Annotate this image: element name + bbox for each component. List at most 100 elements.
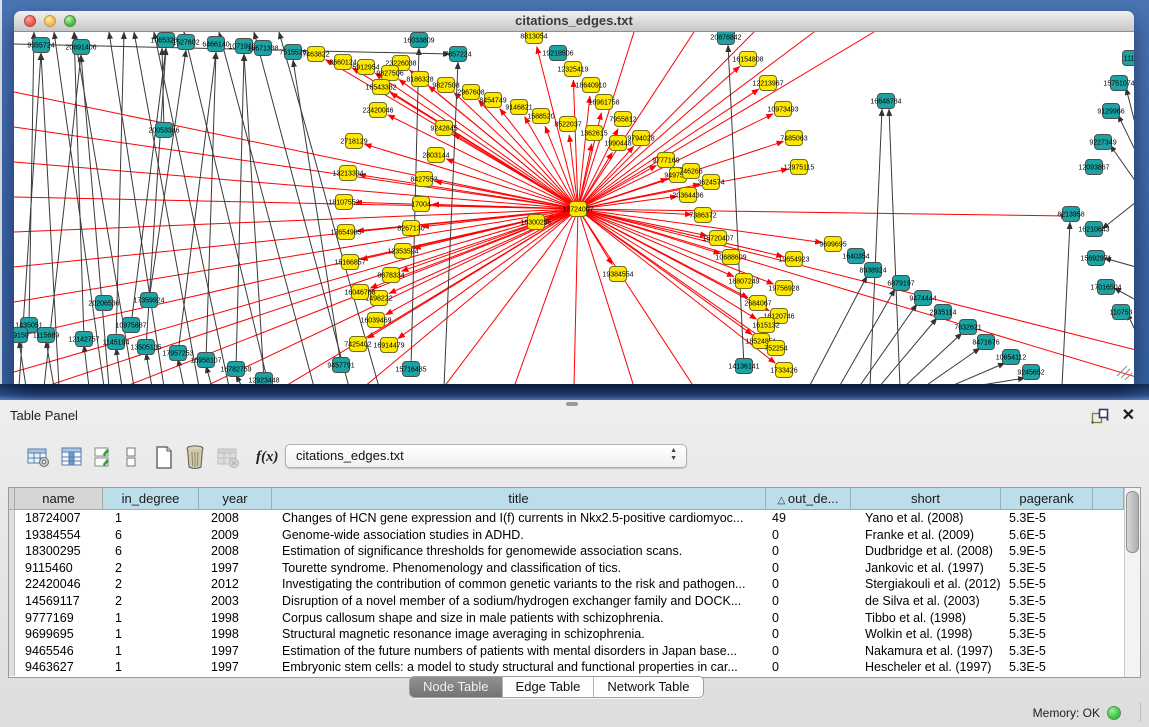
- citation-edge-black[interactable]: [969, 378, 1025, 384]
- cell[interactable]: Investigating the contribution of common…: [272, 576, 766, 593]
- cell[interactable]: 0: [766, 527, 851, 544]
- graph-node-2803144[interactable]: 2803144: [422, 148, 449, 163]
- cell[interactable]: 1: [103, 610, 199, 627]
- cell[interactable]: 9463627: [15, 659, 103, 676]
- citation-edge-black[interactable]: [116, 32, 124, 342]
- cell[interactable]: 2008: [199, 543, 272, 560]
- citation-edge-black[interactable]: [293, 60, 341, 365]
- cell[interactable]: Estimation of the future numbers of pati…: [272, 643, 766, 660]
- graph-node-17004[interactable]: 17004: [411, 197, 431, 212]
- graph-node-17016504[interactable]: 17016504: [1090, 280, 1121, 295]
- canvas-resize-grip[interactable]: [1117, 366, 1132, 380]
- table-row[interactable]: 1830029562008Estimation of significance …: [9, 543, 1124, 560]
- graph-node-20691406[interactable]: 20691406: [65, 40, 96, 55]
- graph-node-19384554[interactable]: 19384554: [602, 267, 633, 282]
- graph-node-8471676[interactable]: 8471676: [972, 335, 999, 350]
- graph-node-9227349[interactable]: 9227349: [1089, 135, 1116, 150]
- cell[interactable]: Disruption of a novel member of a sodium…: [272, 593, 766, 610]
- cell[interactable]: Corpus callosum shape and size in male p…: [272, 610, 766, 627]
- citation-edge-black[interactable]: [206, 366, 212, 384]
- graph-node-9699695[interactable]: 9699695: [819, 237, 846, 252]
- citation-edge-black[interactable]: [728, 45, 744, 366]
- graph-node-20876842[interactable]: 20876842: [710, 32, 741, 45]
- citation-edge-black[interactable]: [29, 32, 34, 325]
- citation-edge-black[interactable]: [178, 359, 184, 384]
- cell[interactable]: 5.5E-5: [1001, 576, 1093, 593]
- cell[interactable]: Stergiakouli et al. (2012): [851, 576, 1001, 593]
- citation-edge-red[interactable]: [398, 209, 578, 339]
- citation-edge-black[interactable]: [254, 32, 349, 384]
- citation-edge-black[interactable]: [116, 348, 122, 384]
- graph-node-9242845[interactable]: 9242845: [430, 121, 457, 136]
- graph-node-1640354[interactable]: 1640354: [842, 249, 869, 264]
- cell[interactable]: 9115460: [15, 560, 103, 577]
- cell[interactable]: Structural magnetic resonance image aver…: [272, 626, 766, 643]
- graph-node-17359924[interactable]: 17359924: [133, 293, 164, 308]
- graph-node-15720407[interactable]: 15720407: [702, 231, 733, 246]
- graph-node-12975115[interactable]: 12975115: [784, 160, 815, 175]
- cell[interactable]: 0: [766, 543, 851, 560]
- graph-node-2684067[interactable]: 2684067: [744, 296, 771, 311]
- cell[interactable]: 1998: [199, 610, 272, 627]
- graph-node-17957253[interactable]: 17957253: [162, 346, 193, 361]
- cell[interactable]: 5.3E-5: [1001, 610, 1093, 627]
- table-settings-icon[interactable]: [26, 445, 51, 469]
- graph-node-13213394[interactable]: 13213394: [332, 166, 363, 181]
- cell[interactable]: 5.3E-5: [1001, 510, 1093, 527]
- citation-edge-black[interactable]: [1118, 115, 1134, 152]
- cell[interactable]: 0: [766, 560, 851, 577]
- citation-edge-red[interactable]: [578, 209, 694, 384]
- window-titlebar[interactable]: citations_edges.txt: [14, 11, 1134, 32]
- cell[interactable]: 2: [103, 593, 199, 610]
- table-row[interactable]: 946362711997Embryonic stem cells: a mode…: [9, 659, 1124, 676]
- cell[interactable]: 22420046: [15, 576, 103, 593]
- graph-node-15166857[interactable]: 15166857: [334, 255, 365, 270]
- graph-node-16033809[interactable]: 16033809: [403, 33, 434, 48]
- show-columns-icon[interactable]: [60, 445, 84, 469]
- graph-node-19218506[interactable]: 19218506: [542, 46, 573, 61]
- graph-node-7386372[interactable]: 7386372: [689, 208, 716, 223]
- graph-node-7425402[interactable]: 7425402: [344, 337, 371, 352]
- table-row[interactable]: 911546021997Tourette syndrome. Phenomeno…: [9, 560, 1124, 577]
- graph-node-9827508[interactable]: 9827508: [432, 78, 459, 93]
- graph-node-16782759[interactable]: 16782759: [220, 362, 251, 377]
- cell[interactable]: 5.3E-5: [1001, 659, 1093, 676]
- minimize-window-icon[interactable]: [44, 15, 56, 27]
- cell[interactable]: 1: [103, 626, 199, 643]
- citation-edge-red[interactable]: [578, 209, 634, 384]
- graph-node-9777169[interactable]: 9777169: [652, 153, 679, 168]
- column-header-year[interactable]: year: [199, 488, 272, 510]
- citation-edge-black[interactable]: [1102, 202, 1134, 229]
- citation-edge-red[interactable]: [578, 209, 1134, 350]
- graph-node-17654985[interactable]: 17654985: [330, 225, 361, 240]
- cell[interactable]: 18300295: [15, 543, 103, 560]
- citation-edge-black[interactable]: [1110, 145, 1134, 182]
- graph-node-12923448[interactable]: 12923448: [248, 373, 279, 385]
- citation-edge-red[interactable]: [44, 209, 578, 384]
- cell[interactable]: Wolkin et al. (1998): [851, 626, 1001, 643]
- graph-node-9129966[interactable]: 9129966: [1097, 104, 1124, 119]
- cell[interactable]: 2: [103, 560, 199, 577]
- cell[interactable]: 2008: [199, 510, 272, 527]
- cell[interactable]: 1997: [199, 560, 272, 577]
- graph-node-12325419[interactable]: 12325419: [557, 62, 588, 77]
- graph-node-1733426[interactable]: 1733426: [770, 363, 797, 378]
- tab-node-table[interactable]: Node Table: [410, 677, 502, 697]
- cell[interactable]: 5.3E-5: [1001, 560, 1093, 577]
- delete-entries-icon[interactable]: [183, 444, 207, 470]
- table-row[interactable]: 946554611997Estimation of the future num…: [9, 643, 1124, 660]
- cell[interactable]: 5.6E-5: [1001, 527, 1093, 544]
- citation-edge-black[interactable]: [178, 52, 216, 353]
- graph-node-16648784[interactable]: 16648784: [870, 94, 901, 109]
- cell[interactable]: 0: [766, 626, 851, 643]
- cell[interactable]: 49: [766, 510, 851, 527]
- citation-edge-red[interactable]: [453, 134, 578, 209]
- new-table-icon[interactable]: [154, 445, 174, 470]
- cell[interactable]: 14569117: [15, 593, 103, 610]
- cell[interactable]: 1997: [199, 659, 272, 676]
- graph-node-8427552[interactable]: 8427552: [410, 172, 437, 187]
- graph-node-1117[interactable]: 1117: [1123, 51, 1135, 66]
- graph-node-8813054[interactable]: 8813054: [520, 32, 547, 44]
- table-vertical-scrollbar[interactable]: [1124, 488, 1140, 677]
- cell[interactable]: 1: [103, 659, 199, 676]
